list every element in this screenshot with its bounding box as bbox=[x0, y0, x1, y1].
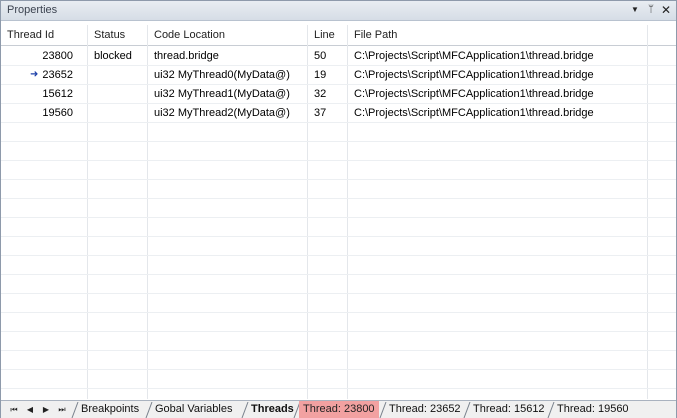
cell-thread-id: 23800 bbox=[42, 50, 73, 62]
next-tab-icon[interactable]: ▶ bbox=[39, 403, 53, 417]
cell-file-path: C:\Projects\Script\MFCApplication1\threa… bbox=[354, 107, 594, 119]
empty-table-row bbox=[1, 142, 676, 161]
empty-table-row bbox=[1, 294, 676, 313]
column-header-thread-id[interactable]: Thread Id bbox=[1, 25, 88, 46]
threads-table-body: 23800 blocked thread.bridge 50 C:\Projects\S… bbox=[1, 47, 676, 399]
table-row[interactable]: 15612 ui32 MyThread1(MyData@) 32 C:\Project… bbox=[1, 85, 676, 104]
window-menu-dropdown-icon[interactable]: ▼ bbox=[628, 3, 642, 17]
pin-icon[interactable]: ᛘ bbox=[644, 3, 658, 17]
empty-table-row bbox=[1, 199, 676, 218]
column-header-file-path[interactable]: File Path bbox=[348, 25, 648, 46]
cell-line: 50 bbox=[314, 50, 327, 62]
tab-gobal-variables[interactable]: Gobal Variables bbox=[151, 401, 236, 418]
table-row[interactable]: 19560 ui32 MyThread2(MyData@) 37 C:\Project… bbox=[1, 104, 676, 123]
tab-threads[interactable]: Threads bbox=[247, 401, 298, 418]
cell-code-location: ui32 MyThread0(MyData@) bbox=[154, 69, 290, 81]
empty-table-row bbox=[1, 218, 676, 237]
cell-line: 37 bbox=[314, 107, 327, 119]
empty-table-row bbox=[1, 256, 676, 275]
cell-status bbox=[94, 85, 146, 104]
threads-table-header: Thread Id Status Code Location Line File… bbox=[1, 25, 676, 46]
last-tab-icon[interactable]: ⏭ bbox=[55, 403, 69, 417]
tab-thread-15612[interactable]: Thread: 15612 bbox=[469, 401, 549, 418]
title-bar: Properties ▼ ᛘ ✕ bbox=[1, 1, 676, 21]
properties-window: Properties ▼ ᛘ ✕ Thread Id Status Code L… bbox=[0, 0, 677, 418]
tab-thread-19560[interactable]: Thread: 19560 bbox=[553, 401, 633, 418]
cell-line: 32 bbox=[314, 88, 327, 100]
cell-line: 19 bbox=[314, 69, 327, 81]
column-header-code-location[interactable]: Code Location bbox=[148, 25, 308, 46]
cell-thread-id: 19560 bbox=[42, 107, 73, 119]
tab-breakpoints[interactable]: Breakpoints bbox=[77, 401, 143, 418]
cell-code-location: ui32 MyThread2(MyData@) bbox=[154, 107, 290, 119]
window-title: Properties bbox=[7, 4, 58, 16]
column-header-status[interactable]: Status bbox=[88, 25, 148, 46]
empty-table-row bbox=[1, 370, 676, 389]
table-row[interactable]: 23800 blocked thread.bridge 50 C:\Projects\S… bbox=[1, 47, 676, 66]
cell-file-path: C:\Projects\Script\MFCApplication1\threa… bbox=[354, 69, 594, 81]
cell-file-path: C:\Projects\Script\MFCApplication1\threa… bbox=[354, 50, 594, 62]
tab-thread-23800[interactable]: Thread: 23800 bbox=[299, 401, 379, 418]
cell-status bbox=[94, 104, 146, 123]
cell-thread-id: 15612 bbox=[42, 88, 73, 100]
previous-tab-icon[interactable]: ◀ bbox=[23, 403, 37, 417]
empty-table-row bbox=[1, 275, 676, 294]
bottom-tab-bar: ⏮ ◀ ▶ ⏭ Breakpoints Gobal Variables Thread… bbox=[1, 400, 676, 418]
empty-table-row bbox=[1, 332, 676, 351]
tab-thread-23652[interactable]: Thread: 23652 bbox=[385, 401, 465, 418]
empty-table-row bbox=[1, 351, 676, 370]
cell-code-location: thread.bridge bbox=[154, 50, 219, 62]
empty-table-row bbox=[1, 180, 676, 199]
first-tab-icon[interactable]: ⏮ bbox=[7, 403, 21, 417]
cell-file-path: C:\Projects\Script\MFCApplication1\threa… bbox=[354, 88, 594, 100]
table-row[interactable]: ➜ 23652 ui32 MyThread0(MyData@) 19 C:\Projec… bbox=[1, 66, 676, 85]
cell-status: blocked bbox=[94, 50, 132, 62]
empty-table-row bbox=[1, 313, 676, 332]
cell-status bbox=[94, 66, 146, 85]
close-icon[interactable]: ✕ bbox=[659, 3, 673, 17]
cell-code-location: ui32 MyThread1(MyData@) bbox=[154, 88, 290, 100]
cell-thread-id: 23652 bbox=[42, 69, 73, 81]
empty-table-row bbox=[1, 161, 676, 180]
column-header-line[interactable]: Line bbox=[308, 25, 348, 46]
empty-table-row bbox=[1, 237, 676, 256]
empty-table-row bbox=[1, 123, 676, 142]
